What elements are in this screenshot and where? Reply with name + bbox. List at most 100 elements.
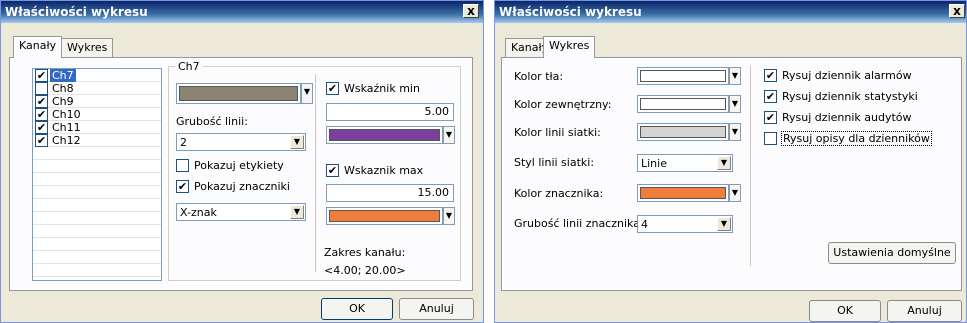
right-tab-chart[interactable]: Wykres [543, 36, 596, 58]
max-color-fill [329, 210, 440, 222]
left-tab-channels[interactable]: Kanały [13, 36, 63, 58]
marker-color-swatch[interactable] [637, 184, 729, 202]
line-color-swatch[interactable] [176, 83, 301, 104]
right-dialog: Właściwości wykresu x Kanały Wykres Kolo… [494, 0, 967, 323]
list-item [33, 225, 161, 238]
bg-color-dropdown-button[interactable]: ▼ [729, 67, 741, 85]
channel-label-ch8: Ch8 [52, 82, 74, 95]
marker-width-select[interactable]: 4 ▼ [637, 215, 733, 233]
line-color-dropdown-button[interactable]: ▼ [301, 83, 313, 104]
chevron-down-icon: ▼ [717, 217, 731, 231]
draw-stats-log-checkbox[interactable]: ✔ [764, 90, 777, 103]
list-item [33, 212, 161, 225]
right-close-button[interactable]: x [949, 4, 965, 18]
left-cancel-button[interactable]: Anuluj [399, 298, 474, 320]
max-indicator-label: Wskaznik max [344, 164, 424, 177]
show-markers-label: Pokazuj znaczniki [194, 180, 290, 193]
draw-log-descriptions-checkbox[interactable] [764, 132, 777, 145]
list-item [33, 173, 161, 186]
grid-style-label: Styl linii siatki: [514, 156, 595, 169]
left-dialog: Właściwości wykresu x Kanały Wykres ✔ Ch… [0, 0, 484, 323]
min-indicator-label: Wskaźnik min [344, 82, 420, 95]
list-item[interactable]: ✔ Ch9 [33, 95, 161, 108]
draw-stats-log-label: Rysuj dziennik statystyki [782, 90, 918, 103]
grid-color-fill [640, 126, 726, 138]
draw-audit-log-label: Rysuj dziennik audytów [782, 111, 912, 124]
channel-label-ch11: Ch11 [52, 121, 81, 134]
marker-color-dropdown-button[interactable]: ▼ [729, 184, 741, 202]
show-labels-checkbox[interactable] [176, 159, 189, 172]
channel-group-label: Ch7 [175, 60, 203, 73]
right-title-bar: Właściwości wykresu [495, 1, 966, 23]
list-item [33, 264, 161, 277]
show-markers-checkbox[interactable]: ✔ [176, 180, 189, 193]
draw-alarm-log-checkbox[interactable]: ✔ [764, 69, 777, 82]
channel-range-label: Zakres kanału: [324, 246, 406, 259]
max-color-swatch[interactable] [326, 207, 443, 225]
list-item[interactable]: ✔ Ch10 [33, 108, 161, 121]
right-cancel-button[interactable]: Anuluj [887, 300, 962, 322]
bg-color-fill [640, 70, 726, 82]
left-close-button[interactable]: x [463, 4, 479, 18]
list-item[interactable]: ✔ Ch7 [33, 69, 161, 82]
max-color-dropdown-button[interactable]: ▼ [443, 207, 455, 225]
defaults-button[interactable]: Ustawienia domyślne [828, 242, 956, 264]
channel-checkbox-ch9[interactable]: ✔ [35, 95, 48, 108]
list-item [33, 199, 161, 212]
draw-audit-log-checkbox[interactable]: ✔ [764, 111, 777, 124]
outer-color-swatch[interactable] [637, 95, 729, 113]
left-tab-panel: ✔ Ch7 Ch8 ✔ Ch9 ✔ Ch10 ✔ Ch11 ✔ Ch12 Ch7… [9, 57, 473, 291]
list-item [33, 160, 161, 173]
list-item [33, 238, 161, 251]
chevron-down-icon: ▼ [290, 135, 304, 149]
right-tab-panel: Kolor tła: ▼ Kolor zewnętrzny: ▼ Kolor l… [501, 57, 962, 291]
list-item [33, 186, 161, 199]
show-labels-label: Pokazuj etykiety [194, 159, 284, 172]
outer-color-dropdown-button[interactable]: ▼ [729, 95, 741, 113]
channel-checkbox-ch10[interactable]: ✔ [35, 108, 48, 121]
outer-color-label: Kolor zewnętrzny: [514, 98, 612, 111]
grid-color-swatch[interactable] [637, 123, 729, 141]
min-color-dropdown-button[interactable]: ▼ [443, 126, 455, 144]
grid-color-label: Kolor linii siatki: [514, 126, 601, 139]
min-color-swatch[interactable] [326, 126, 443, 144]
marker-type-select[interactable]: X-znak ▼ [176, 203, 306, 221]
grid-style-value: Linie [641, 157, 667, 170]
channel-checkbox-ch12[interactable]: ✔ [35, 134, 48, 147]
marker-type-value: X-znak [180, 206, 217, 219]
line-width-select[interactable]: 2 ▼ [176, 133, 306, 151]
grid-color-dropdown-button[interactable]: ▼ [729, 123, 741, 141]
channel-label-ch7: Ch7 [50, 69, 76, 82]
grid-style-select[interactable]: Linie ▼ [637, 154, 733, 172]
list-item [33, 147, 161, 160]
left-dialog-title: Właściwości wykresu [5, 5, 148, 19]
list-item[interactable]: ✔ Ch12 [33, 134, 161, 147]
vertical-divider [315, 74, 316, 272]
line-color-fill [179, 86, 298, 101]
marker-width-label: Grubość linii znacznika: [514, 217, 644, 230]
channel-checkbox-ch11[interactable]: ✔ [35, 121, 48, 134]
left-tab-chart[interactable]: Wykres [61, 38, 114, 57]
max-value-input[interactable]: 15.00 [326, 184, 454, 202]
channel-label-ch9: Ch9 [52, 95, 74, 108]
channel-label-ch10: Ch10 [52, 108, 81, 121]
bg-color-swatch[interactable] [637, 67, 729, 85]
left-ok-button[interactable]: OK [321, 298, 393, 320]
right-dialog-title: Właściwości wykresu [499, 5, 642, 19]
list-item[interactable]: Ch8 [33, 82, 161, 95]
line-width-label: Grubość linii: [176, 115, 248, 128]
marker-width-value: 4 [641, 218, 648, 231]
min-value-input[interactable]: 5.00 [326, 103, 454, 121]
min-color-fill [329, 129, 440, 141]
list-item[interactable]: ✔ Ch11 [33, 121, 161, 134]
right-ok-button[interactable]: OK [809, 300, 881, 322]
outer-color-fill [640, 98, 726, 110]
draw-alarm-log-label: Rysuj dziennik alarmów [782, 69, 912, 82]
marker-color-label: Kolor znacznika: [514, 187, 604, 200]
max-indicator-checkbox[interactable]: ✔ [326, 164, 339, 177]
channel-checkbox-ch8[interactable] [35, 82, 48, 95]
min-indicator-checkbox[interactable]: ✔ [326, 82, 339, 95]
channel-checkbox-ch7[interactable]: ✔ [35, 69, 48, 82]
channel-list[interactable]: ✔ Ch7 Ch8 ✔ Ch9 ✔ Ch10 ✔ Ch11 ✔ Ch12 [32, 68, 162, 281]
bg-color-label: Kolor tła: [514, 70, 564, 83]
